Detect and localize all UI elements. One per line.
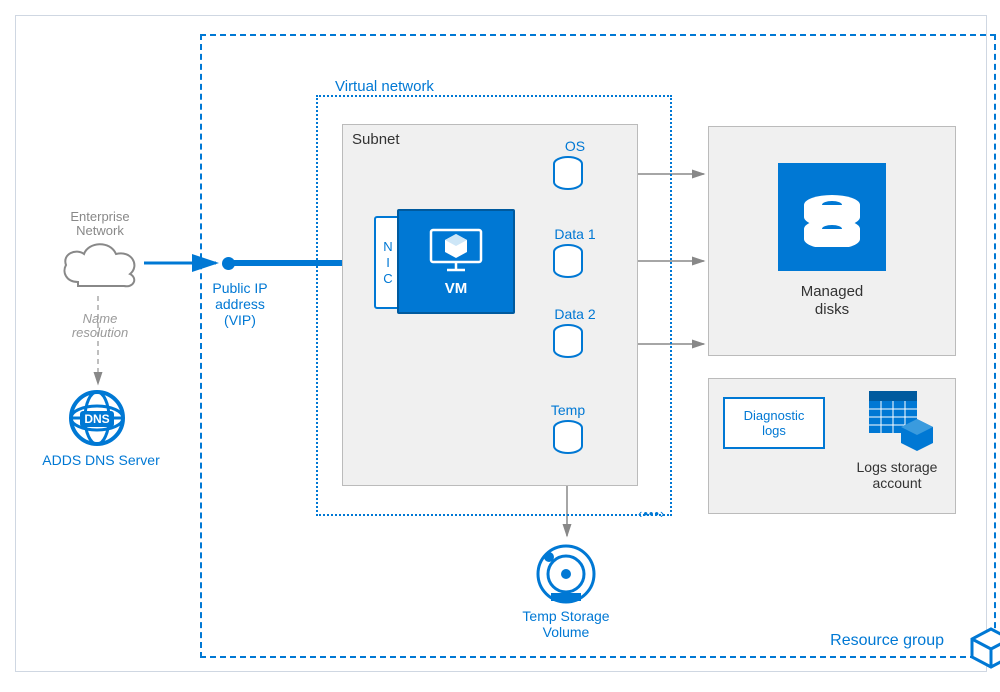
cloud-icon xyxy=(56,238,144,294)
vm-label: VM xyxy=(445,280,468,297)
diagnostic-logs-box: Diagnostic logs xyxy=(723,397,825,449)
subnet-label: Subnet xyxy=(352,131,400,148)
temp-disk-icon xyxy=(552,420,584,456)
virtual-network-label: Virtual network xyxy=(335,78,434,95)
data1-disk-label: Data 1 xyxy=(545,226,605,242)
resource-group-icon xyxy=(968,625,1000,676)
data2-disk-label: Data 2 xyxy=(545,306,605,322)
vm-icon xyxy=(427,226,485,274)
data1-disk-icon xyxy=(552,244,584,280)
storage-account-icon xyxy=(867,389,935,456)
managed-disks-box: Managed disks xyxy=(708,126,956,356)
temp-storage-label: Temp Storage Volume xyxy=(506,608,626,640)
logs-box: Diagnostic logs Logs storage account xyxy=(708,378,956,514)
managed-disks-label: Managed disks xyxy=(801,283,864,319)
temp-disk-label: Temp xyxy=(538,402,598,418)
temp-storage-icon xyxy=(535,543,597,610)
data2-disk-icon xyxy=(552,324,584,360)
vm-box: VM xyxy=(397,209,515,314)
managed-disks-icon xyxy=(778,163,886,271)
os-disk-label: OS xyxy=(545,138,605,154)
svg-text:DNS: DNS xyxy=(84,412,109,426)
os-disk-icon xyxy=(552,156,584,192)
resource-group-label: Resource group xyxy=(830,632,944,650)
diagram-canvas: Enterprise Network Name resolution DNS A… xyxy=(15,15,987,672)
enterprise-network-label: Enterprise Network xyxy=(56,210,144,238)
name-resolution-label: Name resolution xyxy=(56,312,144,340)
storage-account-label: Logs storage account xyxy=(837,459,957,491)
dns-label: ADDS DNS Server xyxy=(36,452,166,468)
dns-icon: DNS xyxy=(68,389,126,447)
vnet-peering-icon: ‹•••› xyxy=(638,506,665,521)
public-ip-node xyxy=(222,257,235,270)
public-ip-label: Public IP address (VIP) xyxy=(200,280,280,328)
